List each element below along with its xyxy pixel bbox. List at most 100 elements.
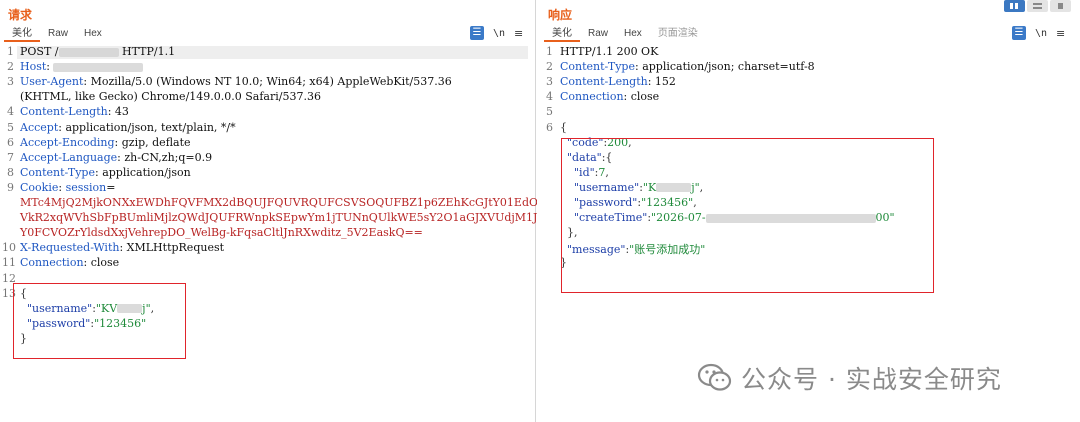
- code-token: Host: [20, 60, 47, 74]
- line-number: 4: [7, 105, 14, 119]
- line-number: 8: [7, 165, 14, 179]
- request-tab-pretty[interactable]: 美化: [4, 26, 40, 42]
- request-editor[interactable]: 1 POST / HTTP/1.1 2 Host: 3 User-Agent: Mozi…: [0, 45, 645, 422]
- code-text: Content-Type: application/json; charset=…: [560, 60, 815, 73]
- code-token: : Mozilla/5.0 (Windows NT 10.0; Win64; x…: [83, 75, 452, 89]
- code-token: : gzip, deflate: [114, 135, 191, 149]
- code-text: Connection: close: [560, 90, 659, 103]
- code-text: HTTP/1.1 200 OK: [560, 45, 658, 58]
- line-number: 1: [546, 45, 553, 58]
- code-token: Content-Length: [20, 105, 108, 119]
- response-wrap-lines-icon[interactable]: ☰: [1012, 26, 1026, 40]
- layout-single-icon[interactable]: [1050, 0, 1071, 12]
- response-tab-raw[interactable]: Raw: [580, 26, 616, 42]
- code-token: : 152: [647, 75, 676, 89]
- code-token: HTTP/1.1: [118, 45, 176, 58]
- layout-stacked-icon[interactable]: [1027, 0, 1048, 12]
- request-toolbar: ☰ \n ≡: [470, 26, 523, 40]
- line-number: 5: [7, 120, 14, 134]
- code-token: : close: [623, 90, 660, 104]
- code-token: : XMLHttpRequest: [119, 241, 225, 255]
- request-wrap-lines-icon[interactable]: ☰: [470, 26, 484, 40]
- code-text: Content-Length: 43: [20, 105, 129, 118]
- request-show-newlines-button[interactable]: \n: [493, 28, 505, 39]
- code-token: Content-Type: [20, 165, 95, 179]
- line-number: 9: [7, 180, 14, 194]
- response-pane: 响应 美化 Raw Hex 页面渲染 ☰ \n ≡ 1 HTTP/1.1 200 …: [537, 0, 1080, 422]
- code-token: {: [560, 120, 567, 134]
- code-token: :: [58, 180, 66, 194]
- code-token: : close: [83, 256, 120, 270]
- request-pane: 请求 美化 Raw Hex ☰ \n ≡ 1 POST / HTTP/1.1 2 Ho…: [0, 0, 645, 422]
- line-number: 11: [2, 256, 16, 270]
- code-token: Accept: [20, 120, 59, 134]
- request-tab-raw[interactable]: Raw: [40, 26, 76, 42]
- layout-side-by-side-icon[interactable]: [1004, 0, 1025, 12]
- code-token: POST /: [20, 45, 59, 58]
- code-token: : zh-CN,zh;q=0.9: [117, 150, 213, 164]
- code-token: HTTP/1.1 200 OK: [560, 45, 659, 58]
- line-number: 6: [7, 135, 14, 149]
- layout-switcher: [1004, 0, 1071, 12]
- wechat-icon: [697, 363, 733, 393]
- code-token: : 43: [107, 105, 129, 119]
- line-number: 5: [546, 105, 553, 119]
- code-token: : application/json, text/plain, */*: [58, 120, 236, 134]
- code-text: {: [560, 121, 567, 134]
- code-text: Y0FCVOZrYldsdXxjVehrepDO_WelBg-kFqsaCltl…: [20, 226, 423, 239]
- code-token: Cookie: [20, 180, 59, 194]
- code-text: Host:: [20, 60, 144, 74]
- code-token: Content-Length: [560, 75, 648, 89]
- response-body-highlight-box: [561, 138, 934, 293]
- response-tab-render[interactable]: 页面渲染: [650, 26, 706, 42]
- line-number: 2: [546, 60, 553, 74]
- redacted-text: [53, 62, 144, 72]
- request-menu-icon[interactable]: ≡: [514, 27, 523, 40]
- line-number: 3: [546, 75, 553, 89]
- code-token: Connection: [560, 90, 624, 104]
- code-text: Accept-Encoding: gzip, deflate: [20, 136, 191, 149]
- code-text: Content-Type: application/json: [20, 166, 191, 179]
- request-body-highlight-box: [13, 283, 186, 359]
- code-text: Accept: application/json, text/plain, */…: [20, 121, 236, 134]
- code-text: Connection: close: [20, 256, 119, 269]
- line-number: 10: [2, 241, 16, 255]
- code-text: Cookie: session=: [20, 181, 115, 194]
- code-token: Y0FCVOZrYldsdXxjVehrepDO_WelBg-kFqsaCltl…: [20, 226, 423, 240]
- code-token: Accept-Encoding: [20, 135, 115, 149]
- response-show-newlines-button[interactable]: \n: [1035, 28, 1047, 39]
- code-token: : application/json; charset=utf-8: [635, 60, 815, 74]
- response-toolbar: ☰ \n ≡: [1012, 26, 1065, 40]
- response-tab-hex[interactable]: Hex: [616, 26, 650, 42]
- watermark: 公众号 · 实战安全研究: [697, 360, 1002, 396]
- response-tabs: 美化 Raw Hex 页面渲染: [544, 26, 706, 42]
- redacted-text: [58, 47, 119, 57]
- code-text: Content-Length: 152: [560, 75, 676, 88]
- request-title: 请求: [8, 8, 33, 22]
- code-text: Accept-Language: zh-CN,zh;q=0.9: [20, 151, 212, 164]
- line-number: 6: [546, 120, 553, 134]
- line-number: 7: [7, 150, 14, 164]
- code-token: : application/json: [95, 165, 191, 179]
- code-token: =: [106, 180, 116, 194]
- response-menu-icon[interactable]: ≡: [1056, 27, 1065, 40]
- code-token: Accept-Language: [20, 150, 118, 164]
- code-token: Content-Type: [560, 60, 635, 74]
- code-text: User-Agent: Mozilla/5.0 (Windows NT 10.0…: [20, 75, 452, 88]
- code-token: session: [65, 180, 107, 194]
- response-tab-pretty[interactable]: 美化: [544, 26, 580, 42]
- code-text: X-Requested-With: XMLHttpRequest: [20, 241, 224, 254]
- code-token: Connection: [20, 256, 84, 270]
- line-number: 2: [7, 60, 14, 74]
- request-tab-hex[interactable]: Hex: [76, 26, 110, 42]
- line-number: 3: [7, 75, 14, 89]
- line-number: 1: [7, 45, 14, 58]
- code-text: (KHTML, like Gecko) Chrome/149.0.0.0 Saf…: [20, 90, 321, 103]
- line-number: 4: [546, 90, 553, 104]
- response-title: 响应: [548, 8, 573, 22]
- request-tabs: 美化 Raw Hex: [4, 26, 110, 42]
- code-token: X-Requested-With: [20, 241, 120, 255]
- watermark-text: 公众号 · 实战安全研究: [741, 365, 1002, 394]
- code-token: VkR2xqWVhSbFpBUmliMjlzQWdJQUFRWnpkSEpwYm…: [20, 211, 603, 225]
- code-text: POST / HTTP/1.1: [20, 45, 175, 58]
